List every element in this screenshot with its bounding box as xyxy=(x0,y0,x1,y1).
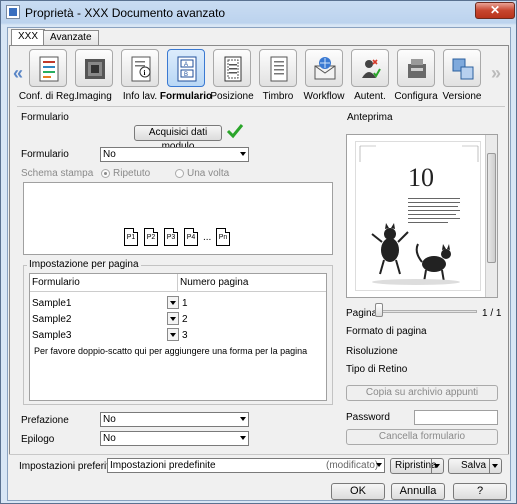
page-slider-thumb[interactable] xyxy=(375,303,383,317)
password-field[interactable] xyxy=(414,410,498,425)
radio-repeat-label: Ripetuto xyxy=(113,168,151,179)
title-bar: Proprietà - XXX Documento avanzato ✕ xyxy=(1,1,516,25)
page-label: Pagina xyxy=(346,308,378,319)
ellipsis: ... xyxy=(203,232,212,243)
column-header-form: Formulario xyxy=(30,274,178,292)
row-page-number: 1 xyxy=(182,298,188,309)
chevron-down-icon xyxy=(376,463,382,467)
registration-icon xyxy=(39,56,59,82)
acquire-form-data-button[interactable]: Acquisici dati modulo xyxy=(134,125,222,152)
imaging-icon xyxy=(85,59,105,79)
page-icon: P3 xyxy=(164,228,178,246)
version-icon xyxy=(452,58,474,80)
formulario-label: Formulario xyxy=(21,149,69,160)
ok-button[interactable]: OK xyxy=(331,483,385,500)
page-slider[interactable] xyxy=(379,310,477,313)
preview-page-number: 10 xyxy=(408,163,434,192)
format-label: Formato di pagina xyxy=(346,326,427,337)
preview-page: 10 xyxy=(355,141,481,291)
tab-xxx[interactable]: XXX xyxy=(11,29,46,46)
toolbar-separator xyxy=(17,106,505,107)
row-dropdown-icon[interactable] xyxy=(167,296,179,309)
page-icon: P2 xyxy=(144,228,158,246)
form-section-title: Formulario xyxy=(21,112,69,123)
radio-repeat[interactable] xyxy=(101,169,110,178)
chevron-down-icon xyxy=(240,436,246,440)
modified-indicator: (modificato) xyxy=(326,460,379,471)
restore-button[interactable]: Ripristina xyxy=(390,458,444,474)
preview-pane: 10 xyxy=(346,134,498,298)
restore-dropdown-icon[interactable] xyxy=(431,459,443,473)
window-title: Proprietà - XXX Documento avanzato xyxy=(25,6,226,20)
form-icon: AB xyxy=(177,56,197,82)
row-page-number: 2 xyxy=(182,314,188,325)
scrollbar-thumb[interactable] xyxy=(487,153,496,263)
save-dropdown-icon[interactable] xyxy=(489,459,501,473)
per-page-grid[interactable]: Formulario Numero pagina Sample1 1 Sampl… xyxy=(29,273,327,401)
row-form-name: Sample3 xyxy=(32,330,72,341)
formulario-value: No xyxy=(103,149,116,160)
column-header-page: Numero pagina xyxy=(178,274,326,292)
chevron-down-icon xyxy=(240,152,246,156)
preview-scrollbar[interactable] xyxy=(485,135,497,297)
prefazione-label: Prefazione xyxy=(21,415,69,426)
stamp-icon xyxy=(270,56,288,82)
schema-label: Schema stampa xyxy=(21,168,94,179)
presets-select[interactable]: Impostazioni predefinite (modificato) xyxy=(107,458,385,473)
help-button[interactable]: ? xyxy=(453,483,507,500)
clear-form-button[interactable]: Cancella formulario xyxy=(346,429,498,445)
tool-versione[interactable]: Versione xyxy=(439,47,485,105)
row-form-name: Sample2 xyxy=(32,314,72,325)
retino-label: Tipo di Retino xyxy=(346,364,408,375)
epilogo-select[interactable]: No xyxy=(100,431,249,446)
row-page-number: 3 xyxy=(182,330,188,341)
page-sequence-preview: P1 P2 P3 P4 ... Pn xyxy=(23,182,333,255)
prefazione-value: No xyxy=(103,414,116,425)
radio-once-label: Una volta xyxy=(187,168,230,179)
feature-toolbar: « Conf. di Reg. Imaging i Info lav. AB F… xyxy=(11,47,509,105)
configure-icon xyxy=(408,59,426,78)
resolution-label: Risoluzione xyxy=(346,346,398,357)
cancel-button[interactable]: Annulla xyxy=(391,483,445,500)
presets-value: Impostazioni predefinite xyxy=(110,460,216,471)
radio-once[interactable] xyxy=(175,169,184,178)
workflow-icon xyxy=(314,57,336,80)
copy-to-clipboard-button[interactable]: Copia su archivio appunti xyxy=(346,385,498,401)
tool-label: Versione xyxy=(442,91,482,102)
job-info-icon: i xyxy=(131,56,151,82)
check-icon xyxy=(226,124,244,139)
svg-text:A: A xyxy=(184,62,188,68)
toolbar-next-icon[interactable]: » xyxy=(491,63,501,84)
save-label: Salva xyxy=(461,460,487,471)
position-icon xyxy=(224,56,242,82)
authentication-icon xyxy=(362,59,381,78)
row-dropdown-icon[interactable] xyxy=(167,328,179,341)
formulario-select[interactable]: No xyxy=(100,147,249,162)
page-icon: Pn xyxy=(216,228,230,246)
app-icon xyxy=(6,5,20,19)
epilogo-label: Epilogo xyxy=(21,434,55,445)
svg-text:B: B xyxy=(184,72,188,78)
tab-avanzate[interactable]: Avanzate xyxy=(43,30,99,46)
save-button[interactable]: Salva xyxy=(448,458,502,474)
epilogo-value: No xyxy=(103,433,116,444)
presets-label: Impostazioni preferite xyxy=(19,461,115,472)
close-button[interactable]: ✕ xyxy=(475,2,515,19)
properties-window: Proprietà - XXX Documento avanzato ✕ XXX… xyxy=(0,0,517,504)
prefazione-select[interactable]: No xyxy=(100,412,249,427)
page-count: 1 / 1 xyxy=(482,308,502,319)
row-form-name: Sample1 xyxy=(32,298,72,309)
grid-hint: Per favore doppio-scatto qui per aggiung… xyxy=(34,346,308,356)
per-page-title: Impostazione per pagina xyxy=(27,259,141,270)
toolbar-prev-icon[interactable]: « xyxy=(13,63,23,84)
password-label: Password xyxy=(346,412,390,423)
page-icon: P1 xyxy=(124,228,138,246)
row-dropdown-icon[interactable] xyxy=(167,312,179,325)
svg-text:i: i xyxy=(144,69,146,77)
chevron-down-icon xyxy=(240,417,246,421)
preview-title: Anteprima xyxy=(347,112,393,123)
page-icon: P4 xyxy=(184,228,198,246)
preview-illustration: 10 xyxy=(359,145,479,285)
